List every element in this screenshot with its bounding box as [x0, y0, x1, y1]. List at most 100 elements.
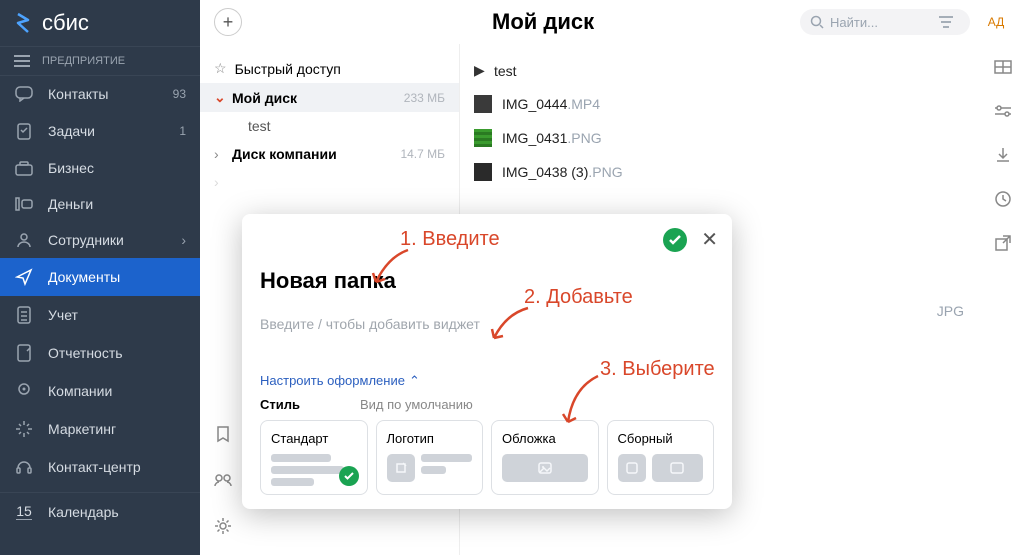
- search-input[interactable]: Найти...: [800, 9, 970, 35]
- add-button[interactable]: +: [214, 8, 242, 36]
- style-card-standard[interactable]: Стандарт: [260, 420, 368, 495]
- check-icon: [668, 234, 682, 246]
- default-view-label: Вид по умолчанию: [360, 397, 473, 412]
- file-item[interactable]: IMG_0431.PNG: [460, 121, 1024, 155]
- people-icon: [15, 232, 33, 248]
- nav-list: Контакты 93 Задачи1 Бизнес Деньги Сотрудн…: [0, 76, 200, 530]
- tree-label: test: [248, 118, 271, 134]
- page-title: Мой диск: [492, 9, 594, 35]
- tree-label: Диск компании: [232, 146, 337, 162]
- topbar: + Мой диск Найти... АД: [200, 0, 1024, 44]
- sidebar-item-employees[interactable]: Сотрудники›: [0, 222, 200, 258]
- close-button[interactable]: ✕: [701, 230, 718, 250]
- nav-label: Деньги: [48, 196, 93, 212]
- sidebar-item-accounting[interactable]: Учет: [0, 296, 200, 334]
- style-label: Стиль: [260, 397, 300, 412]
- file-name: IMG_0431: [502, 130, 567, 146]
- nav-label: Бизнес: [48, 160, 94, 176]
- org-label: ПРЕДПРИЯТИЕ: [42, 55, 125, 67]
- grid-view-icon[interactable]: [992, 56, 1014, 78]
- style-card-logo[interactable]: Логотип: [376, 420, 484, 495]
- search-icon: [810, 15, 824, 29]
- settings-sliders-icon[interactable]: [992, 100, 1014, 122]
- nav-label: Задачи: [48, 123, 95, 139]
- tasks-icon: [16, 122, 32, 140]
- file-folder[interactable]: ▶ test: [460, 54, 1024, 87]
- file-name: test: [494, 63, 517, 79]
- nav-label: Контакт-центр: [48, 459, 141, 475]
- configure-appearance[interactable]: Настроить оформление⌃: [260, 373, 420, 389]
- chevron-right-icon: ›: [181, 232, 186, 248]
- money-icon: [15, 197, 33, 211]
- style-card-cover[interactable]: Обложка: [491, 420, 599, 495]
- file-item[interactable]: IMG_0438 (3).PNG: [460, 155, 1024, 189]
- file-ext: .MP4: [567, 96, 600, 112]
- view-actions: [214, 425, 232, 535]
- file-name: IMG_0444: [502, 96, 567, 112]
- sidebar-item-companies[interactable]: Компании: [0, 372, 200, 410]
- sidebar-item-contact-center[interactable]: Контакт-центр: [0, 448, 200, 486]
- location-icon: [16, 382, 32, 400]
- gear-icon[interactable]: [214, 517, 232, 535]
- sidebar: сбис ПРЕДПРИЯТИЕ Контакты 93 Задачи1 Бизн…: [0, 0, 200, 555]
- nav-label: Маркетинг: [48, 421, 116, 437]
- nav-label: Контакты: [48, 86, 108, 102]
- nav-label: Отчетность: [48, 345, 123, 361]
- tree-size: 14.7 МБ: [400, 147, 445, 161]
- avatar[interactable]: АД: [982, 8, 1010, 36]
- bookmark-icon[interactable]: [214, 425, 232, 443]
- nav-badge: 93: [173, 87, 186, 101]
- nav-label: Документы: [48, 269, 120, 285]
- nav-label: Компании: [48, 383, 112, 399]
- app-logo[interactable]: сбис: [0, 0, 200, 46]
- sidebar-item-business[interactable]: Бизнес: [0, 150, 200, 186]
- report-icon: [16, 344, 32, 362]
- chat-icon: [15, 86, 33, 102]
- tree-my-disk[interactable]: ⌄Мой диск233 МБ: [200, 83, 459, 112]
- filter-icon[interactable]: [938, 16, 954, 28]
- sidebar-item-money[interactable]: Деньги: [0, 186, 200, 222]
- card-title: Логотип: [387, 431, 473, 446]
- right-tools: [992, 56, 1014, 254]
- group-icon[interactable]: [214, 473, 232, 487]
- external-link-icon[interactable]: [992, 232, 1014, 254]
- tree-size: 233 МБ: [404, 91, 445, 105]
- chevron-right-icon: ▶: [474, 62, 488, 79]
- tree-label: Мой диск: [232, 90, 297, 106]
- new-folder-modal: ✕ Новая папка Введите / чтобы добавить в…: [242, 214, 732, 509]
- tree-company-disk[interactable]: ›Диск компании 14.7 МБ: [200, 140, 459, 168]
- file-ext: .PNG: [567, 130, 601, 146]
- chevron-right-icon: ›: [214, 146, 228, 162]
- selected-check-icon: [339, 466, 359, 486]
- file-ext: JPG: [937, 303, 964, 319]
- style-card-combined[interactable]: Сборный: [607, 420, 715, 495]
- nav-label: Учет: [48, 307, 78, 323]
- history-icon[interactable]: [992, 188, 1014, 210]
- card-title: Стандарт: [271, 431, 357, 446]
- org-selector[interactable]: ПРЕДПРИЯТИЕ: [0, 46, 200, 76]
- sidebar-item-marketing[interactable]: Маркетинг: [0, 410, 200, 448]
- tree-item-hidden[interactable]: ›: [200, 168, 459, 196]
- file-thumbnail: [474, 163, 492, 181]
- sidebar-item-contacts[interactable]: Контакты 93: [0, 76, 200, 112]
- sidebar-item-calendar[interactable]: 15Календарь: [0, 492, 200, 530]
- chevron-right-icon: ›: [214, 174, 228, 190]
- tree-subfolder[interactable]: test: [200, 112, 459, 140]
- sidebar-item-reports[interactable]: Отчетность: [0, 334, 200, 372]
- app-name: сбис: [42, 10, 89, 36]
- search-placeholder: Найти...: [830, 15, 878, 30]
- send-icon: [15, 268, 33, 286]
- configure-label: Настроить оформление: [260, 373, 405, 388]
- tree-quick-access[interactable]: ☆Быстрый доступ: [200, 54, 459, 83]
- card-title: Сборный: [618, 431, 704, 446]
- sidebar-item-documents[interactable]: Документы: [0, 258, 200, 296]
- file-name: IMG_0438 (3): [502, 164, 588, 180]
- confirm-button[interactable]: [663, 228, 687, 252]
- plus-icon: +: [223, 12, 234, 33]
- style-cards: Стандарт Логотип Обложка Сборный: [260, 420, 714, 495]
- download-icon[interactable]: [992, 144, 1014, 166]
- modal-title[interactable]: Новая папка: [260, 268, 714, 294]
- widget-input[interactable]: Введите / чтобы добавить виджет: [260, 316, 714, 332]
- file-item[interactable]: IMG_0444.MP4: [460, 87, 1024, 121]
- sidebar-item-tasks[interactable]: Задачи1: [0, 112, 200, 150]
